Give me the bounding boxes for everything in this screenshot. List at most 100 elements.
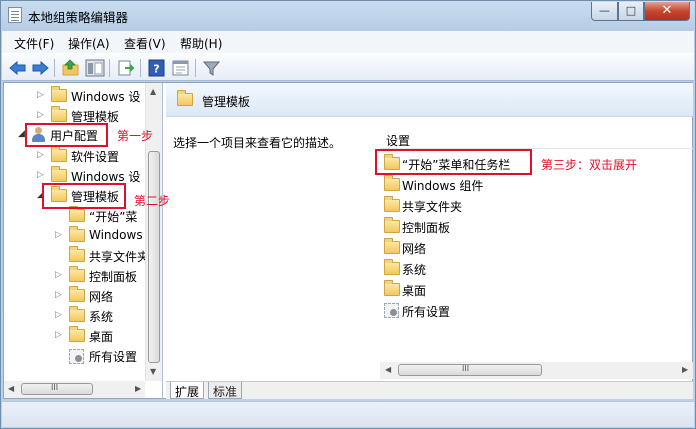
tree-label: Windows 设 bbox=[71, 90, 141, 104]
tree-label: Windows bbox=[89, 228, 143, 242]
tree-label: “开始”菜 bbox=[89, 210, 138, 224]
folder-icon bbox=[51, 146, 67, 162]
step2-highlight-box bbox=[42, 183, 126, 209]
list-item[interactable]: 共享文件夹 bbox=[380, 195, 680, 216]
list-item[interactable]: 网络 bbox=[380, 237, 680, 258]
scroll-right-arrow-icon[interactable]: ▶ bbox=[135, 384, 141, 393]
list-item[interactable]: 桌面 bbox=[380, 279, 680, 300]
scroll-down-arrow-icon[interactable]: ▼ bbox=[150, 367, 156, 376]
list-item-label: 系统 bbox=[402, 263, 427, 277]
tree-label: 桌面 bbox=[89, 330, 114, 344]
expand-icon[interactable]: ▷ bbox=[37, 90, 45, 100]
export-list-icon[interactable] bbox=[116, 59, 136, 77]
step2-annotation: 第二步 bbox=[134, 194, 171, 208]
view-tabs: 扩展 标准 bbox=[166, 381, 693, 399]
tree-item[interactable]: ▷ 网络 bbox=[4, 286, 145, 306]
toolbar: ? bbox=[2, 53, 694, 81]
status-bar bbox=[2, 401, 694, 427]
toolbar-separator bbox=[109, 59, 110, 77]
expand-icon[interactable]: ▷ bbox=[55, 270, 63, 280]
folder-icon bbox=[384, 280, 400, 296]
step1-highlight-box bbox=[25, 123, 108, 147]
tree-item[interactable]: ▷ 软件设置 bbox=[4, 146, 145, 166]
minimize-button[interactable]: — bbox=[591, 2, 618, 21]
column-header-setting[interactable]: 设置 bbox=[380, 129, 693, 149]
list-item-label: 桌面 bbox=[402, 284, 427, 298]
list-item-label: 网络 bbox=[402, 242, 427, 256]
folder-icon bbox=[51, 106, 67, 122]
menu-file[interactable]: 文件(F) bbox=[14, 35, 54, 52]
scroll-left-arrow-icon[interactable]: ◀ bbox=[385, 365, 391, 374]
up-icon[interactable] bbox=[61, 59, 81, 77]
menu-view[interactable]: 查看(V) bbox=[124, 35, 166, 52]
expand-icon[interactable]: ▷ bbox=[37, 110, 45, 120]
folder-icon bbox=[384, 196, 400, 212]
filter-icon[interactable] bbox=[202, 59, 222, 77]
properties-icon[interactable] bbox=[171, 59, 191, 77]
show-hide-tree-icon[interactable] bbox=[85, 59, 105, 77]
menu-action[interactable]: 操作(A) bbox=[68, 35, 110, 52]
list-item[interactable]: 所有设置 bbox=[380, 300, 680, 321]
tree-item[interactable]: ▷ 系统 bbox=[4, 306, 145, 326]
list-item-label: 所有设置 bbox=[402, 305, 451, 319]
tree-label: 网络 bbox=[89, 290, 114, 304]
tree-horizontal-scrollbar[interactable]: ◀ III ▶ bbox=[4, 381, 145, 398]
help-icon[interactable]: ? bbox=[147, 59, 167, 77]
folder-icon bbox=[177, 90, 193, 106]
folder-icon bbox=[51, 166, 67, 182]
close-button[interactable]: ✕ bbox=[644, 2, 690, 21]
tree-item[interactable]: 共享文件夹 bbox=[4, 246, 149, 266]
scroll-thumb[interactable] bbox=[148, 151, 160, 363]
expand-icon[interactable]: ▷ bbox=[55, 290, 63, 300]
title-bar[interactable]: 本地组策略编辑器 — □ ✕ bbox=[1, 1, 695, 29]
tree-item[interactable]: ▷ 控制面板 bbox=[4, 266, 145, 286]
gpedit-window: 本地组策略编辑器 — □ ✕ 文件(F) 操作(A) 查看(V) 帮助(H) ? bbox=[0, 0, 696, 429]
tab-extended[interactable]: 扩展 bbox=[170, 382, 205, 399]
folder-icon bbox=[69, 246, 85, 262]
scroll-grip-icon: III bbox=[462, 364, 470, 373]
tree-label: 所有设置 bbox=[89, 350, 138, 364]
window-title: 本地组策略编辑器 bbox=[28, 10, 129, 25]
scroll-thumb[interactable] bbox=[398, 364, 542, 376]
forward-icon[interactable] bbox=[30, 59, 50, 77]
list-item[interactable]: 系统 bbox=[380, 258, 680, 279]
step3-highlight-box bbox=[375, 149, 532, 175]
list-horizontal-scrollbar[interactable]: ◀ III ▶ bbox=[380, 362, 693, 379]
tab-standard[interactable]: 标准 bbox=[208, 382, 243, 399]
tree-item[interactable]: “开始”菜 bbox=[4, 206, 145, 226]
folder-icon bbox=[384, 175, 400, 191]
expand-icon[interactable]: ▷ bbox=[37, 150, 45, 160]
scroll-up-arrow-icon[interactable]: ▲ bbox=[150, 87, 156, 96]
pane-header: 管理模板 bbox=[166, 83, 693, 117]
list-item[interactable]: Windows 组件 bbox=[380, 174, 680, 195]
step1-annotation: 第一步 bbox=[117, 129, 154, 143]
back-icon[interactable] bbox=[8, 59, 28, 77]
expand-icon[interactable]: ▷ bbox=[37, 170, 45, 180]
folder-icon bbox=[384, 217, 400, 233]
tree-item[interactable]: 所有设置 bbox=[4, 346, 145, 366]
tree-item[interactable]: ▷ Windows bbox=[4, 226, 145, 246]
scroll-left-arrow-icon[interactable]: ◀ bbox=[8, 384, 14, 393]
tree-item[interactable]: ▷ Windows 设 bbox=[4, 86, 145, 106]
folder-icon bbox=[69, 326, 85, 342]
scroll-right-arrow-icon[interactable]: ▶ bbox=[682, 365, 688, 374]
expand-icon[interactable]: ▷ bbox=[55, 230, 63, 240]
tree-item[interactable]: ▷ 桌面 bbox=[4, 326, 145, 346]
maximize-button[interactable]: □ bbox=[618, 2, 644, 21]
step3-annotation: 第三步：双击展开 bbox=[541, 158, 638, 172]
toolbar-separator bbox=[140, 59, 141, 77]
menu-help[interactable]: 帮助(H) bbox=[180, 35, 222, 52]
scroll-grip-icon: III bbox=[51, 383, 59, 392]
pane-title: 管理模板 bbox=[202, 95, 251, 109]
list-item[interactable]: 控制面板 bbox=[380, 216, 680, 237]
all-settings-icon bbox=[69, 349, 84, 364]
tree-label: 系统 bbox=[89, 310, 114, 324]
tree-label: 控制面板 bbox=[89, 270, 138, 284]
expand-icon[interactable]: ▷ bbox=[55, 330, 63, 340]
expand-icon[interactable]: ▷ bbox=[55, 310, 63, 320]
menu-bar: 文件(F) 操作(A) 查看(V) 帮助(H) bbox=[2, 31, 694, 53]
tree-label: 共享文件夹 bbox=[89, 250, 150, 264]
folder-icon bbox=[384, 259, 400, 275]
all-settings-icon bbox=[384, 303, 399, 318]
list-item-label: 控制面板 bbox=[402, 221, 451, 235]
